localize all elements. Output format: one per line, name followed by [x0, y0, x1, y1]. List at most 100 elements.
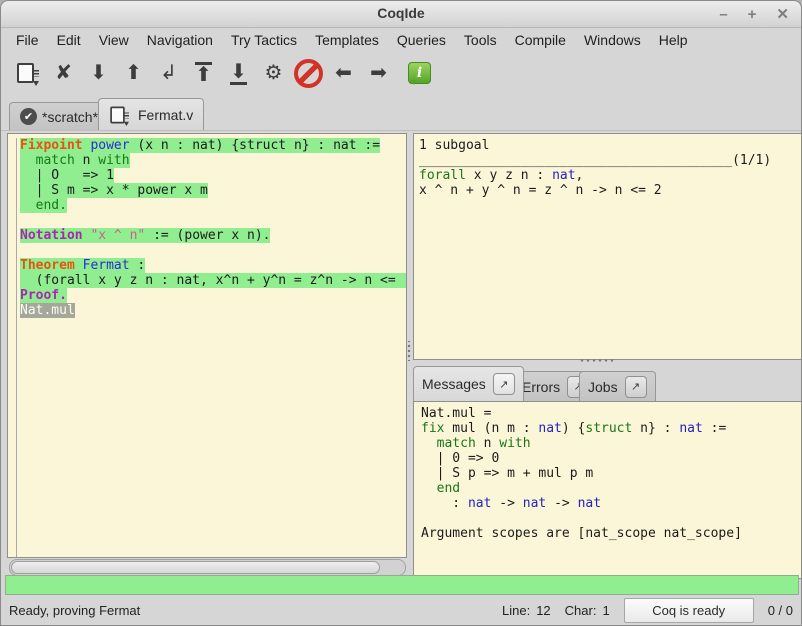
- statusbar: Ready, proving Fermat Line: 12 Char: 1 C…: [1, 596, 801, 625]
- code-line: end: [421, 481, 802, 496]
- menu-templates[interactable]: Templates: [306, 29, 388, 51]
- goals-text: 1 subgoal_______________________________…: [419, 138, 802, 198]
- editor-hscrollbar[interactable]: [9, 559, 406, 576]
- menu-try-tactics[interactable]: Try Tactics: [222, 29, 306, 51]
- code-line: match n with: [20, 153, 406, 168]
- previous-arrow-icon: ⬅: [335, 63, 352, 83]
- main-area: Fixpoint power (x n : nat) {struct n} : …: [1, 130, 801, 575]
- code-line: [20, 243, 406, 258]
- scrollbar-thumb[interactable]: [11, 561, 380, 574]
- titlebar[interactable]: CoqIde – + ✕: [1, 1, 801, 28]
- tab-errors-label: Errors: [522, 379, 560, 395]
- tab-scratch-label: *scratch*: [42, 109, 98, 125]
- tab-jobs[interactable]: Jobs ↗: [579, 371, 656, 401]
- next-button[interactable]: ➡: [361, 56, 396, 90]
- backward-one-button[interactable]: ⬆: [116, 56, 151, 90]
- fully-check-button[interactable]: ⚙: [256, 56, 291, 90]
- go-to-start-icon: ⬆: [195, 62, 212, 85]
- code-line: 1 subgoal: [419, 138, 802, 153]
- tab-fermat-label: Fermat.v: [138, 107, 193, 123]
- code-line: forall x y z n : nat,: [419, 168, 802, 183]
- go-to-end-button[interactable]: ⬇: [221, 56, 256, 90]
- code-line: Nat.mul =: [421, 406, 802, 421]
- messages-text: Nat.mul =fix mul (n m : nat) {struct n} …: [421, 406, 802, 541]
- backward-one-icon: ⬆: [125, 63, 142, 83]
- detach-icon[interactable]: ↗: [625, 376, 647, 398]
- check-circle-icon: ✔: [20, 108, 37, 125]
- info-icon: i: [408, 62, 431, 84]
- menu-compile[interactable]: Compile: [506, 29, 575, 51]
- go-to-start-button[interactable]: ⬆: [186, 56, 221, 90]
- code-line: Theorem Fermat :: [20, 258, 406, 273]
- coqide-window: CoqIde – + ✕ File Edit View Navigation T…: [0, 0, 802, 626]
- about-button[interactable]: i: [396, 56, 431, 90]
- tab-messages[interactable]: Messages ↗: [413, 366, 524, 401]
- tab-messages-label: Messages: [422, 376, 486, 392]
- code-line: Notation "x ^ n" := (power x n).: [20, 228, 406, 243]
- gear-icon: ⚙: [265, 63, 283, 83]
- horizontal-splitter[interactable]: [579, 358, 613, 364]
- goals-panel[interactable]: 1 subgoal_______________________________…: [413, 133, 802, 360]
- char-label: Char:: [565, 603, 597, 618]
- menu-help[interactable]: Help: [650, 29, 697, 51]
- code-line: | 0 => 0: [421, 451, 802, 466]
- code-line: | S m => x * power x m: [20, 183, 406, 198]
- interrupt-icon: [294, 59, 323, 88]
- detach-icon[interactable]: ↗: [493, 373, 515, 395]
- maximize-icon[interactable]: +: [748, 7, 757, 22]
- code-line: Argument scopes are [nat_scope nat_scope…: [421, 526, 802, 541]
- go-to-end-icon: ⬇: [230, 62, 247, 85]
- document-tabbar: ✔ *scratch* Fermat.v: [1, 97, 801, 130]
- code-line: : nat -> nat -> nat: [421, 496, 802, 511]
- line-label: Line:: [502, 603, 530, 618]
- interrupt-button[interactable]: [291, 56, 326, 90]
- menu-edit[interactable]: Edit: [48, 29, 90, 51]
- coq-status-button[interactable]: Coq is ready: [624, 598, 754, 623]
- menu-windows[interactable]: Windows: [575, 29, 650, 51]
- buffer-button[interactable]: [11, 56, 46, 90]
- code-line: x ^ n + y ^ n = z ^ n -> n <= 2: [419, 183, 802, 198]
- code-line: Nat.mul: [20, 303, 406, 318]
- tab-fermat[interactable]: Fermat.v: [98, 98, 204, 130]
- menu-queries[interactable]: Queries: [388, 29, 455, 51]
- status-right: Line: 12 Char: 1 Coq is ready 0 / 0: [502, 598, 793, 623]
- vertical-splitter[interactable]: [406, 341, 412, 361]
- tab-jobs-label: Jobs: [588, 379, 618, 395]
- code-line: (forall x y z n : nat, x^n + y^n = z^n -…: [20, 273, 406, 288]
- window-title: CoqIde: [1, 5, 801, 21]
- menu-view[interactable]: View: [90, 29, 138, 51]
- code-line: match n with: [421, 436, 802, 451]
- menu-file[interactable]: File: [7, 29, 48, 51]
- next-arrow-icon: ➡: [370, 63, 387, 83]
- close-buffer-button[interactable]: ✘: [46, 56, 81, 90]
- code-line: end.: [20, 198, 406, 213]
- code-line: | O => 1: [20, 168, 406, 183]
- forward-one-icon: ⬇: [90, 63, 107, 83]
- char-value: 1: [602, 603, 609, 618]
- status-message: Ready, proving Fermat: [1, 603, 140, 618]
- code-line: | S p => m + mul p m: [421, 466, 802, 481]
- line-value: 12: [536, 603, 550, 618]
- forward-one-button[interactable]: ⬇: [81, 56, 116, 90]
- previous-button[interactable]: ⬅: [326, 56, 361, 90]
- menu-navigation[interactable]: Navigation: [138, 29, 222, 51]
- buffer-icon: [17, 63, 34, 83]
- go-to-cursor-button[interactable]: ↲: [151, 56, 186, 90]
- code-line: [20, 213, 406, 228]
- tab-scratch[interactable]: ✔ *scratch*: [9, 102, 109, 130]
- code-line: Proof.: [20, 288, 406, 303]
- messages-panel[interactable]: Nat.mul =fix mul (n m : nat) {struct n} …: [413, 401, 802, 579]
- code-line: ________________________________________…: [419, 153, 802, 168]
- code-line: Fixpoint power (x n : nat) {struct n} : …: [20, 138, 406, 153]
- script-text: Fixpoint power (x n : nat) {struct n} : …: [16, 138, 406, 557]
- code-line: fix mul (n m : nat) {struct n} : nat :=: [421, 421, 802, 436]
- go-to-cursor-icon: ↲: [160, 63, 177, 83]
- buffer-icon: [110, 106, 124, 123]
- menu-tools[interactable]: Tools: [455, 29, 506, 51]
- script-editor[interactable]: Fixpoint power (x n : nat) {struct n} : …: [7, 133, 407, 558]
- minimize-icon[interactable]: –: [719, 7, 727, 22]
- toolbar: ✘ ⬇ ⬆ ↲ ⬆ ⬇ ⚙ ⬅ ➡ i: [1, 53, 801, 93]
- progress-bar: [5, 575, 799, 595]
- close-buffer-icon: ✘: [55, 63, 72, 83]
- close-icon[interactable]: ✕: [776, 7, 789, 22]
